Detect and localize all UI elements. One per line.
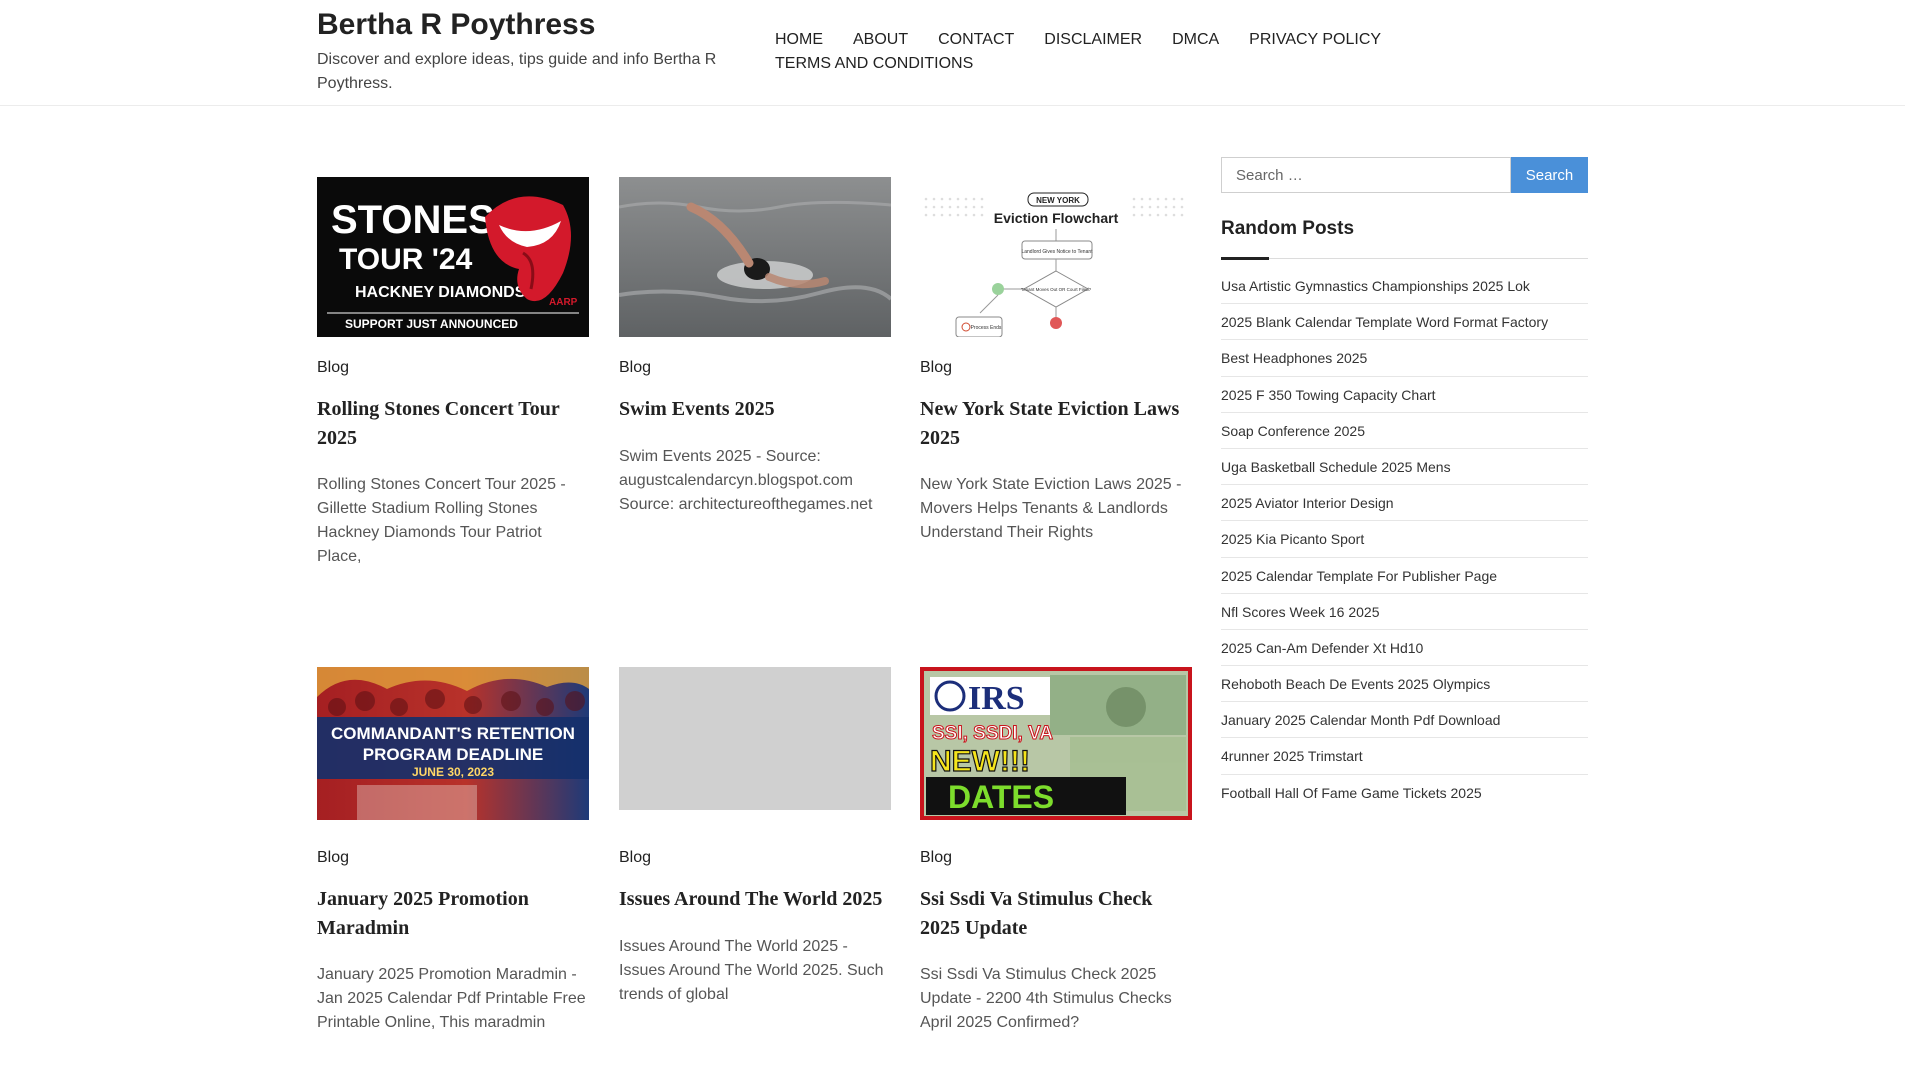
random-post-link[interactable]: Soap Conference 2025	[1221, 413, 1588, 449]
stones-tour-artwork: STONES TOUR '24 HACKNEY DIAMONDS AARP SU…	[317, 177, 589, 337]
widget-accent-bar	[1221, 257, 1269, 260]
post-thumbnail[interactable]: NEW YORK Eviction Flowchart Landlord Giv…	[920, 177, 1192, 337]
swimmer-photo	[619, 177, 891, 337]
post-card: COMMANDANT'S RETENTION PROGRAM DEADLINE …	[317, 667, 589, 1031]
nav-terms-and-conditions[interactable]: TERMS AND CONDITIONS	[775, 52, 973, 76]
aarp-badge: AARP	[549, 297, 578, 308]
post-category[interactable]: Blog	[920, 359, 952, 377]
post-excerpt: Swim Events 2025 - Source: augustcalenda…	[619, 448, 873, 513]
post-title[interactable]: Rolling Stones Concert Tour 2025	[317, 395, 589, 453]
flowchart-box-1: Landlord Gives Notice to Tenant	[1021, 249, 1093, 255]
thumb-text-3: JUNE 30, 2023	[412, 765, 494, 779]
post-card: Blog Swim Events 2025 Swim Events 2025 -…	[619, 177, 891, 513]
site-tagline: Discover and explore ideas, tips guide a…	[317, 51, 717, 92]
post-thumbnail[interactable]: COMMANDANT'S RETENTION PROGRAM DEADLINE …	[317, 667, 589, 820]
post-card: STONES TOUR '24 HACKNEY DIAMONDS AARP SU…	[317, 177, 589, 565]
post-title[interactable]: Issues Around The World 2025	[619, 885, 891, 914]
nav-contact[interactable]: CONTACT	[938, 28, 1014, 52]
random-post-link[interactable]: January 2025 Calendar Month Pdf Download	[1221, 702, 1588, 739]
commandant-retention-artwork: COMMANDANT'S RETENTION PROGRAM DEADLINE …	[317, 667, 589, 820]
post-thumbnail-placeholder[interactable]	[619, 667, 891, 810]
post-title[interactable]: January 2025 Promotion Maradmin	[317, 885, 589, 943]
random-post-link[interactable]: 2025 Aviator Interior Design	[1221, 485, 1588, 522]
search-input[interactable]	[1221, 157, 1511, 193]
random-post-link[interactable]: Nfl Scores Week 16 2025	[1221, 594, 1588, 630]
post-category[interactable]: Blog	[619, 359, 651, 377]
nav-about[interactable]: ABOUT	[853, 28, 908, 52]
post-card: Blog Issues Around The World 2025 Issues…	[619, 667, 891, 1003]
post-category[interactable]: Blog	[317, 359, 349, 377]
thumb-text-1: STONES	[331, 198, 495, 242]
flowchart-box-3: Process Ends	[971, 325, 1002, 331]
nav-disclaimer[interactable]: DISCLAIMER	[1044, 28, 1142, 52]
random-posts-list: Usa Artistic Gymnastics Championships 20…	[1221, 268, 1588, 811]
thumb-text-1: SSI, SSDI, VA	[932, 723, 1053, 744]
random-post-link[interactable]: 2025 Can-Am Defender Xt Hd10	[1221, 630, 1588, 667]
irs-dates-artwork: IRS SSI, SSDI, VA NEW!!! DATES	[920, 667, 1192, 820]
random-posts-heading: Random Posts	[1221, 218, 1355, 239]
post-card: IRS SSI, SSDI, VA NEW!!! DATES Blog Ssi …	[920, 667, 1192, 1031]
random-post-link[interactable]: 4runner 2025 Trimstart	[1221, 738, 1588, 775]
eviction-flowchart-graphic: NEW YORK Eviction Flowchart Landlord Giv…	[920, 177, 1192, 337]
post-thumbnail[interactable]	[619, 177, 891, 337]
irs-logo-text: IRS	[968, 680, 1025, 717]
thumb-text-2: TOUR '24	[339, 243, 473, 276]
post-category[interactable]: Blog	[920, 849, 952, 867]
site-title[interactable]: Bertha R Poythress	[317, 8, 595, 42]
flowchart-heading: Eviction Flowchart	[994, 210, 1119, 226]
post-thumbnail[interactable]: IRS SSI, SSDI, VA NEW!!! DATES	[920, 667, 1192, 820]
random-post-link[interactable]: Uga Basketball Schedule 2025 Mens	[1221, 449, 1588, 486]
search-button[interactable]: Search	[1511, 157, 1588, 193]
nav-dmca[interactable]: DMCA	[1172, 28, 1219, 52]
thumb-text-1: COMMANDANT'S RETENTION	[331, 724, 575, 743]
thumb-text-2: PROGRAM DEADLINE	[363, 745, 543, 764]
main-nav: HOME ABOUT CONTACT DISCLAIMER DMCA PRIVA…	[775, 28, 1415, 76]
widget-divider	[1221, 258, 1588, 259]
post-excerpt: Rolling Stones Concert Tour 2025 - Gille…	[317, 476, 566, 565]
post-category[interactable]: Blog	[619, 849, 651, 867]
random-post-link[interactable]: 2025 Calendar Template For Publisher Pag…	[1221, 558, 1588, 594]
random-post-link[interactable]: Rehoboth Beach De Events 2025 Olympics	[1221, 666, 1588, 703]
post-excerpt: Issues Around The World 2025 - Issues Ar…	[619, 938, 884, 1003]
thumb-text-3: HACKNEY DIAMONDS	[355, 284, 526, 301]
flowchart-box-2: Tenant Moves Out OR Court Filed?	[1021, 287, 1092, 292]
post-thumbnail[interactable]: STONES TOUR '24 HACKNEY DIAMONDS AARP SU…	[317, 177, 589, 337]
random-post-link[interactable]: Usa Artistic Gymnastics Championships 20…	[1221, 268, 1588, 305]
nav-privacy-policy[interactable]: PRIVACY POLICY	[1249, 28, 1381, 52]
random-post-link[interactable]: 2025 Kia Picanto Sport	[1221, 521, 1588, 558]
site-header: Bertha R Poythress Discover and explore …	[0, 0, 1905, 106]
random-post-link[interactable]: 2025 Blank Calendar Template Word Format…	[1221, 304, 1588, 341]
random-post-link[interactable]: 2025 F 350 Towing Capacity Chart	[1221, 377, 1588, 413]
thumb-text-2: NEW!!!	[930, 745, 1030, 778]
thumb-text-4: SUPPORT JUST ANNOUNCED	[345, 317, 518, 331]
post-excerpt: January 2025 Promotion Maradmin - Jan 20…	[317, 966, 586, 1031]
post-excerpt: Ssi Ssdi Va Stimulus Check 2025 Update -…	[920, 966, 1172, 1031]
random-post-link[interactable]: Best Headphones 2025	[1221, 340, 1588, 377]
post-title[interactable]: Swim Events 2025	[619, 395, 891, 424]
flowchart-tag: NEW YORK	[1036, 196, 1080, 205]
post-card: NEW YORK Eviction Flowchart Landlord Giv…	[920, 177, 1192, 541]
post-title[interactable]: Ssi Ssdi Va Stimulus Check 2025 Update	[920, 885, 1192, 943]
nav-home[interactable]: HOME	[775, 28, 823, 52]
post-excerpt: New York State Eviction Laws 2025 - Move…	[920, 476, 1182, 541]
post-category[interactable]: Blog	[317, 849, 349, 867]
random-post-link[interactable]: Football Hall Of Fame Game Tickets 2025	[1221, 775, 1588, 811]
thumb-text-3: DATES	[948, 779, 1054, 815]
post-title[interactable]: New York State Eviction Laws 2025	[920, 395, 1192, 453]
